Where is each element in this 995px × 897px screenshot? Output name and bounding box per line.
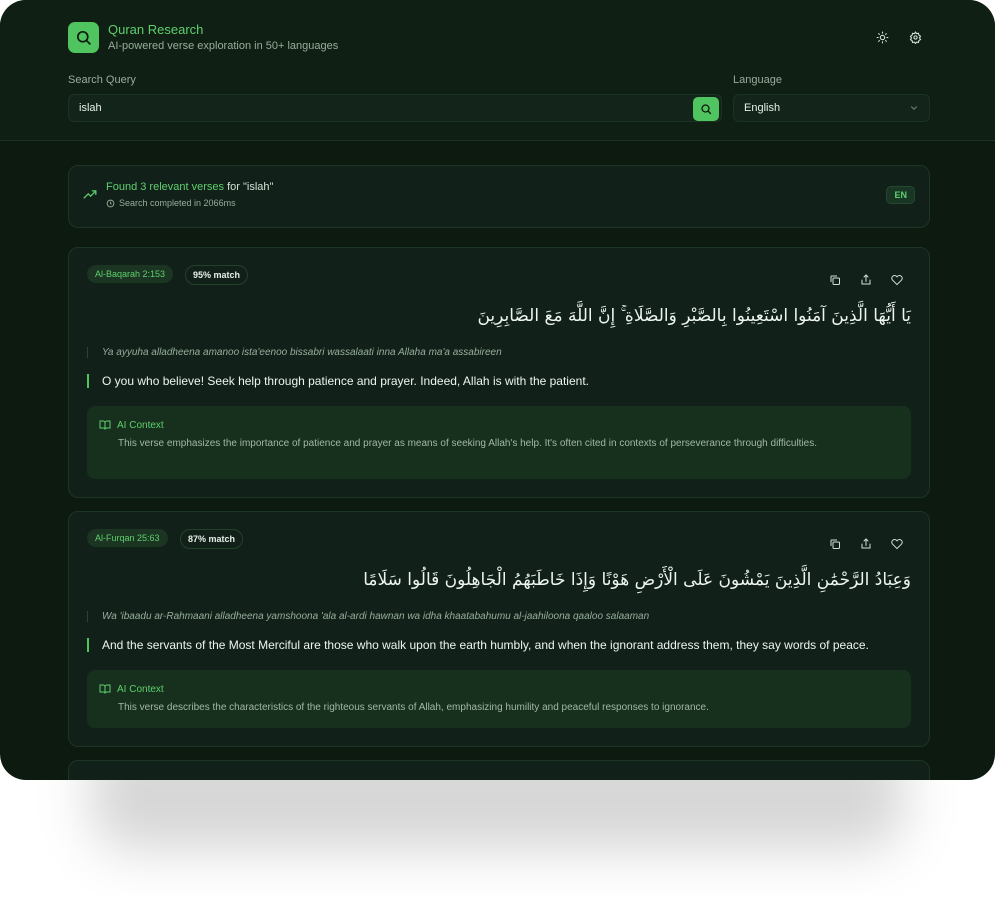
- search-time: Search completed in 2066ms: [106, 198, 236, 208]
- clock-icon: [106, 199, 115, 207]
- language-badge: EN: [886, 186, 915, 204]
- language-select[interactable]: English: [733, 94, 930, 122]
- verse-reference[interactable]: Al-Baqarah 2:153: [87, 265, 174, 283]
- heart-icon[interactable]: [889, 272, 905, 288]
- app-subtitle: AI-powered verse exploration in 50+ lang…: [108, 40, 339, 52]
- search-input[interactable]: islah: [68, 94, 722, 122]
- ai-context-header: AI Context: [99, 419, 164, 431]
- ai-context-label: AI Context: [117, 419, 164, 431]
- results-query: for "islah": [224, 181, 274, 193]
- ai-context-label: AI Context: [117, 683, 164, 695]
- app-window: Quran Research AI-powered verse explorat…: [0, 0, 995, 780]
- search-icon: [701, 104, 712, 115]
- verse-card: Al-Furqan 25:63 87% match وَعِبَادُ الرَ…: [68, 511, 930, 747]
- ai-context-text: This verse emphasizes the importance of …: [118, 438, 818, 449]
- chevron-down-icon: [911, 106, 917, 110]
- ai-context-text: This verse describes the characteristics…: [118, 702, 709, 713]
- copy-icon[interactable]: [827, 272, 843, 288]
- transliteration: Ya ayyuha alladheena amanoo ista'eenoo b…: [87, 347, 502, 358]
- card-actions: [827, 272, 905, 288]
- language-label: Language: [733, 74, 782, 86]
- ai-context: AI Context This verse emphasizes the imp…: [87, 406, 911, 479]
- search-label: Search Query: [68, 74, 136, 86]
- search-icon: [76, 30, 91, 45]
- share-icon[interactable]: [858, 272, 874, 288]
- search-button[interactable]: [693, 97, 719, 121]
- heart-icon[interactable]: [889, 536, 905, 552]
- book-open-icon: [99, 420, 111, 430]
- search-value: islah: [79, 102, 102, 114]
- language-value: English: [744, 102, 781, 114]
- card-actions: [827, 536, 905, 552]
- arabic-text: يَا أَيُّهَا الَّذِينَ آمَنُوا اسْتَعِين…: [477, 306, 911, 326]
- copy-icon[interactable]: [827, 536, 843, 552]
- verse-reference[interactable]: Al-Furqan 25:63: [87, 529, 168, 547]
- match-badge: 95% match: [185, 265, 249, 285]
- ai-context-header: AI Context: [99, 683, 164, 695]
- app-title: Quran Research: [108, 22, 204, 37]
- app-header: Quran Research AI-powered verse explorat…: [0, 0, 995, 141]
- ai-context: AI Context This verse describes the char…: [87, 670, 911, 728]
- search-time-text: Search completed in 2066ms: [119, 198, 236, 208]
- share-icon[interactable]: [858, 536, 874, 552]
- results-found: Found 3 relevant verses: [106, 181, 225, 193]
- gear-icon[interactable]: [907, 29, 923, 45]
- trending-up-icon: [83, 190, 97, 199]
- results-count: Found 3 relevant verses for "islah": [106, 181, 273, 193]
- verse-card: [68, 760, 930, 780]
- results-summary: Found 3 relevant verses for "islah" Sear…: [68, 165, 930, 228]
- arabic-text: وَعِبَادُ الرَّحْمَٰنِ الَّذِينَ يَمْشُو…: [363, 570, 911, 590]
- translation: And the servants of the Most Merciful ar…: [87, 638, 869, 652]
- transliteration: Wa 'ibaadu ar-Rahmaani alladheena yamsho…: [87, 611, 649, 622]
- book-open-icon: [99, 684, 111, 694]
- translation: O you who believe! Seek help through pat…: [87, 374, 589, 388]
- match-badge: 87% match: [180, 529, 244, 549]
- sun-icon[interactable]: [874, 29, 890, 45]
- app-logo: [68, 22, 99, 53]
- verse-card: Al-Baqarah 2:153 95% match يَا أَيُّهَا …: [68, 247, 930, 498]
